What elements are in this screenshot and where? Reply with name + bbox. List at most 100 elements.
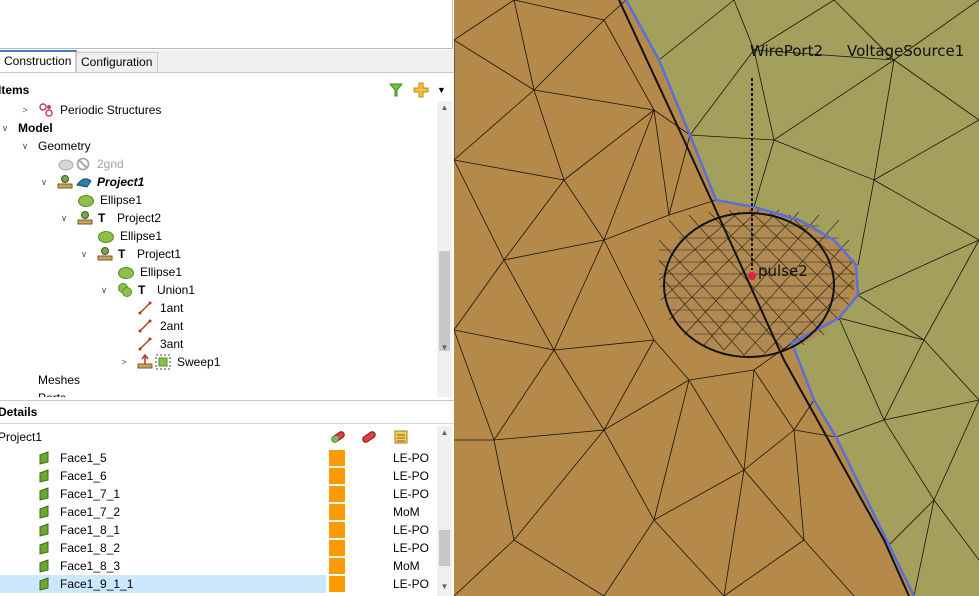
tree-item-union1[interactable]: ∨ T Union1	[0, 281, 437, 299]
tree-label: Project2	[117, 211, 162, 225]
face-color-swatch[interactable]	[329, 558, 345, 574]
divider	[0, 423, 454, 424]
tree-label: Union1	[157, 283, 196, 297]
details-row[interactable]: Face1_7_2 MoM	[0, 503, 437, 521]
face-name: Face1_8_2	[60, 541, 121, 555]
ellipse-icon	[98, 231, 114, 243]
face-color-swatch[interactable]	[329, 576, 345, 592]
face-color-swatch[interactable]	[329, 486, 345, 502]
tree-label: Project1	[137, 247, 182, 261]
tree-item-ellipse1[interactable]: Ellipse1	[0, 263, 437, 281]
sweep-icon	[155, 354, 171, 370]
face-solver[interactable]: MoM	[393, 557, 420, 575]
ellipse-icon	[118, 267, 134, 279]
details-row[interactable]: Face1_8_1 LE-PO	[0, 521, 437, 539]
hidden-ellipse-icon	[58, 158, 74, 171]
tree-item-2gnd[interactable]: 2gnd	[0, 155, 437, 173]
tree-item-2ant[interactable]: 2ant	[0, 317, 437, 335]
disabled-icon	[76, 157, 90, 171]
face-color-swatch[interactable]	[329, 450, 345, 466]
tree-item-model[interactable]: ∨ Model	[0, 119, 437, 137]
items-header: Items ▼	[0, 79, 454, 101]
face-solver[interactable]: LE-PO	[393, 485, 429, 503]
tree-label: Model	[18, 121, 53, 135]
details-row[interactable]: Face1_8_3 MoM	[0, 557, 437, 575]
line-icon	[138, 319, 152, 333]
dropdown-arrow-icon[interactable]: ▼	[437, 79, 446, 101]
tree-item-project2[interactable]: ∨ T Project2	[0, 209, 437, 227]
tree-item-ports[interactable]: Ports	[0, 389, 437, 397]
items-header-label: Items	[0, 83, 30, 97]
tree-item-project1[interactable]: ∨ Project1	[0, 173, 437, 191]
tree-item-periodic-structures[interactable]: > Periodic Structures	[0, 101, 437, 119]
3d-viewport[interactable]: WirePort2 VoltageSource1 pulse2	[454, 0, 979, 596]
scroll-thumb[interactable]	[439, 251, 450, 351]
voltage-source-label: VoltageSource1	[847, 42, 965, 60]
face-solver[interactable]: MoM	[393, 503, 420, 521]
mesh-view[interactable]	[454, 0, 979, 596]
face-name: Face1_9_1_1	[60, 577, 134, 591]
expand-arrow-icon[interactable]: >	[20, 101, 30, 119]
tree-item-1ant[interactable]: 1ant	[0, 299, 437, 317]
face-color-swatch[interactable]	[329, 540, 345, 556]
source-marker[interactable]	[748, 272, 756, 280]
details-header: Details	[0, 401, 454, 423]
transform-icon: T	[138, 283, 146, 297]
tab-bar: Construction Configuration	[0, 50, 454, 73]
details-header-label: Details	[0, 405, 38, 419]
tree-label: Project1	[97, 175, 145, 189]
expand-arrow-icon[interactable]: >	[119, 353, 129, 371]
tab-construction[interactable]: Construction	[0, 50, 78, 72]
tree-label: Ellipse1	[120, 229, 163, 243]
collapse-arrow-icon[interactable]: ∨	[39, 173, 49, 191]
tree-item-sweep1[interactable]: > Sweep1	[0, 353, 437, 371]
face-solver[interactable]: LE-PO	[393, 467, 429, 485]
collapse-arrow-icon[interactable]: ∨	[59, 209, 69, 227]
details-title-row: Project1	[0, 426, 437, 448]
tree-scrollbar[interactable]: ▲ ▼	[437, 101, 452, 397]
details-scrollbar[interactable]: ▲ ▼	[437, 426, 452, 596]
details-row-selected-cells[interactable]: LE-PO	[326, 575, 437, 593]
collapse-arrow-icon[interactable]: ∨	[79, 245, 89, 263]
face-icon	[39, 451, 49, 465]
tree-item-ellipse1[interactable]: Ellipse1	[0, 227, 437, 245]
face-solver[interactable]: LE-PO	[393, 521, 429, 539]
details-row[interactable]: Face1_5 LE-PO	[0, 449, 437, 467]
collapse-arrow-icon[interactable]: ∨	[20, 137, 30, 155]
workplane-icon	[57, 174, 73, 190]
face-icon	[39, 505, 49, 519]
details-row[interactable]: Face1_6 LE-PO	[0, 467, 437, 485]
scroll-down-icon[interactable]: ▼	[437, 580, 452, 594]
workplane-icon	[77, 210, 93, 226]
scroll-up-icon[interactable]: ▲	[437, 101, 452, 115]
face-icon	[39, 559, 49, 573]
face-icon	[39, 487, 49, 501]
tab-configuration[interactable]: Configuration	[75, 52, 159, 72]
ellipse-icon	[78, 195, 94, 207]
scroll-thumb[interactable]	[439, 530, 450, 566]
collapse-arrow-icon[interactable]: ∨	[99, 281, 109, 299]
scroll-down-icon[interactable]: ▼	[437, 341, 452, 355]
tree-item-project1-nested[interactable]: ∨ T Project1	[0, 245, 437, 263]
face-color-swatch[interactable]	[329, 522, 345, 538]
tree-item-meshes[interactable]: Meshes	[0, 371, 437, 389]
details-row[interactable]: Face1_7_1 LE-PO	[0, 485, 437, 503]
details-row-selected[interactable]: Face1_9_1_1	[0, 575, 326, 593]
collapse-arrow-icon[interactable]: ∨	[0, 119, 10, 137]
face-solver[interactable]: LE-PO	[393, 575, 429, 593]
tree-label: Sweep1	[177, 355, 221, 369]
wireport-label: WirePort2	[750, 42, 824, 60]
face-color-swatch[interactable]	[329, 504, 345, 520]
tree-item-ellipse1[interactable]: Ellipse1	[0, 191, 437, 209]
tree-label: Ellipse1	[140, 265, 183, 279]
face-color-swatch[interactable]	[329, 468, 345, 484]
details-row[interactable]: Face1_8_2 LE-PO	[0, 539, 437, 557]
tree-item-3ant[interactable]: 3ant	[0, 335, 437, 353]
tree-label: Ellipse1	[100, 193, 143, 207]
projection-icon	[75, 175, 93, 189]
face-solver[interactable]: LE-PO	[393, 449, 429, 467]
tree-label: 3ant	[160, 337, 184, 351]
scroll-up-icon[interactable]: ▲	[437, 426, 452, 440]
face-solver[interactable]: LE-PO	[393, 539, 429, 557]
tree-item-geometry[interactable]: ∨ Geometry	[0, 137, 437, 155]
